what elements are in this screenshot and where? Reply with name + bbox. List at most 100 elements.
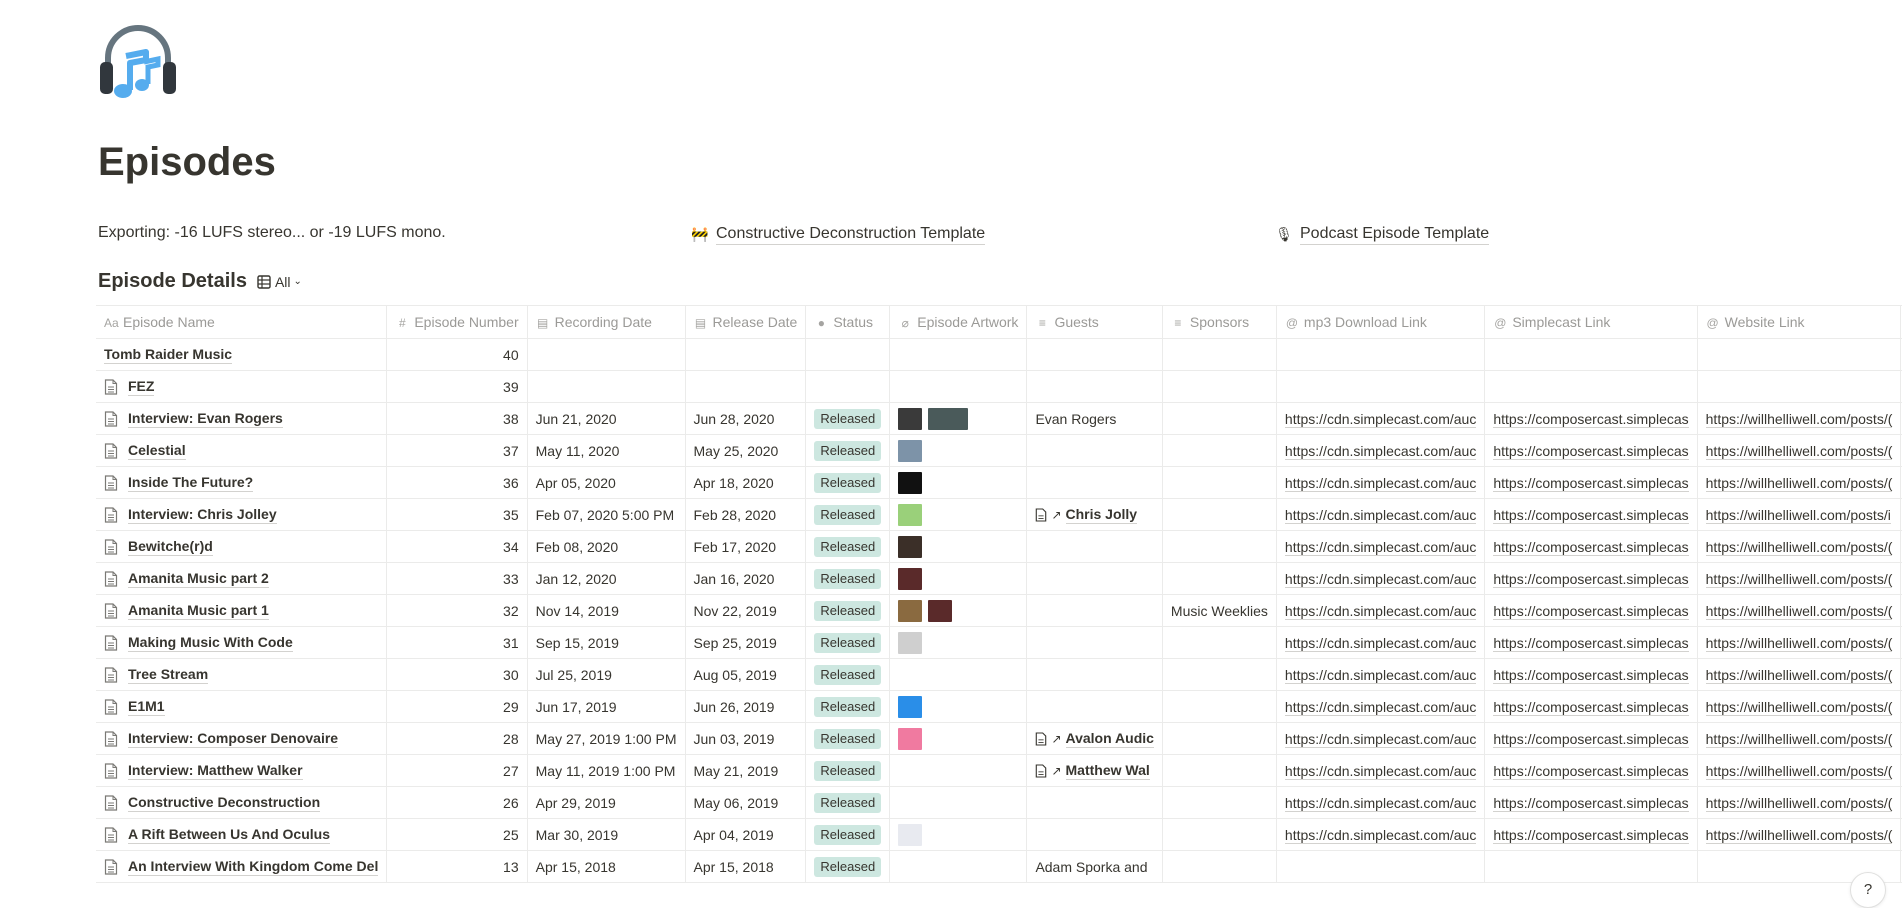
guests-cell[interactable] (1026, 658, 1163, 691)
mp3-link-cell[interactable]: https://cdn.simplecast.com/auc (1275, 466, 1486, 499)
website-link[interactable]: https://willhelliwell.com/posts/( (1705, 410, 1893, 428)
episode-name[interactable]: Inside The Future? (128, 473, 254, 492)
simplecast-link[interactable]: https://composercast.simplecas (1493, 538, 1689, 556)
artwork-cell[interactable] (889, 466, 1028, 499)
episode-name-cell[interactable]: Interview: Composer Denovaire (96, 722, 388, 755)
sponsors-cell[interactable] (1161, 626, 1277, 659)
simplecast-link-cell[interactable]: https://composercast.simplecas (1484, 818, 1698, 851)
release-date[interactable]: Jun 03, 2019 (684, 722, 807, 755)
simplecast-link[interactable]: https://composercast.simplecas (1493, 602, 1689, 620)
mp3-link-cell[interactable] (1275, 338, 1486, 371)
simplecast-link-cell[interactable] (1484, 370, 1698, 403)
status-cell[interactable]: Released (805, 402, 891, 435)
artwork-cell[interactable] (889, 498, 1028, 531)
artwork-thumbnail[interactable] (898, 823, 923, 846)
guests-cell[interactable]: ↗ Matthew Wal (1026, 754, 1163, 787)
simplecast-link-cell[interactable]: https://composercast.simplecas (1484, 626, 1698, 659)
simplecast-link[interactable]: https://composercast.simplecas (1493, 730, 1689, 748)
website-link[interactable]: https://willhelliwell.com/posts/( (1705, 602, 1893, 620)
mp3-link-cell[interactable]: https://cdn.simplecast.com/auc (1275, 562, 1486, 595)
website-link-cell[interactable]: https://willhelliwell.com/posts/( (1696, 690, 1902, 723)
recording-date[interactable]: Apr 05, 2020 (526, 466, 686, 499)
guests-cell[interactable] (1026, 626, 1163, 659)
guests-cell[interactable]: ↗ Avalon Audic (1026, 722, 1163, 755)
recording-date[interactable]: Jul 25, 2019 (526, 658, 686, 691)
guests-cell[interactable] (1026, 338, 1163, 371)
mp3-link-cell[interactable]: https://cdn.simplecast.com/auc (1275, 690, 1486, 723)
episode-name-cell[interactable]: Celestial (96, 434, 388, 467)
episode-name[interactable]: Amanita Music part 2 (128, 569, 269, 588)
status-cell[interactable]: Released (805, 626, 891, 659)
mp3-link-cell[interactable]: https://cdn.simplecast.com/auc (1275, 594, 1486, 627)
release-date[interactable]: Jan 16, 2020 (684, 562, 807, 595)
sponsors-cell[interactable] (1161, 530, 1277, 563)
website-link[interactable]: https://willhelliwell.com/posts/( (1705, 634, 1893, 652)
mp3-link[interactable]: https://cdn.simplecast.com/auc (1284, 762, 1477, 780)
episode-name-cell[interactable]: Amanita Music part 2 (96, 562, 388, 595)
sponsors-cell[interactable] (1161, 434, 1277, 467)
table-row[interactable]: Making Music With Code 31 Sep 15, 2019 Sep … (96, 626, 1902, 659)
mp3-link[interactable]: https://cdn.simplecast.com/auc (1284, 730, 1477, 748)
mp3-link-cell[interactable]: https://cdn.simplecast.com/auc (1275, 786, 1486, 819)
artwork-thumbnail[interactable] (898, 695, 923, 718)
simplecast-link[interactable]: https://composercast.simplecas (1493, 474, 1689, 492)
artwork-cell[interactable] (889, 530, 1028, 563)
website-link-cell[interactable]: https://willhelliwell.com/posts/( (1696, 658, 1902, 691)
guests-cell[interactable] (1026, 562, 1163, 595)
guests-cell[interactable]: ↗ Chris Jolly (1026, 498, 1163, 531)
release-date[interactable]: Apr 18, 2020 (684, 466, 807, 499)
column-header[interactable]: @ mp3 Download Link (1275, 305, 1486, 339)
mp3-link-cell[interactable]: https://cdn.simplecast.com/auc (1275, 402, 1486, 435)
release-date[interactable]: Feb 17, 2020 (684, 530, 807, 563)
table-row[interactable]: Constructive Deconstruction 26 Apr 29, 201… (96, 786, 1902, 819)
table-row[interactable]: An Interview With Kingdom Come Del 13 Apr … (96, 850, 1902, 883)
release-date[interactable]: Jun 28, 2020 (684, 402, 807, 435)
episode-name-cell[interactable]: Tomb Raider Music (96, 338, 388, 371)
recording-date[interactable]: Apr 29, 2019 (526, 786, 686, 819)
recording-date[interactable] (526, 370, 686, 403)
column-header[interactable]: # Episode Number (386, 305, 528, 339)
table-row[interactable]: Tomb Raider Music 40 (96, 338, 1902, 371)
website-link[interactable]: https://willhelliwell.com/posts/( (1705, 570, 1893, 588)
episode-name-cell[interactable]: Interview: Matthew Walker (96, 754, 388, 787)
artwork-thumbnail[interactable] (898, 631, 923, 654)
simplecast-link-cell[interactable]: https://composercast.simplecas (1484, 434, 1698, 467)
mp3-link[interactable]: https://cdn.simplecast.com/auc (1284, 474, 1477, 492)
simplecast-link-cell[interactable]: https://composercast.simplecas (1484, 466, 1698, 499)
episode-name[interactable]: Interview: Chris Jolley (128, 505, 277, 524)
recording-date[interactable]: May 27, 2019 1:00 PM (526, 722, 686, 755)
status-cell[interactable] (805, 370, 891, 403)
simplecast-link-cell[interactable]: https://composercast.simplecas (1484, 594, 1698, 627)
guests-cell[interactable] (1026, 690, 1163, 723)
episode-number[interactable]: 40 (386, 338, 528, 371)
mp3-link[interactable]: https://cdn.simplecast.com/auc (1284, 538, 1477, 556)
sponsors-cell[interactable] (1161, 658, 1277, 691)
mp3-link[interactable]: https://cdn.simplecast.com/auc (1284, 826, 1477, 844)
episode-name-cell[interactable]: Interview: Evan Rogers (96, 402, 388, 435)
website-link-cell[interactable]: https://willhelliwell.com/posts/( (1696, 530, 1902, 563)
column-header[interactable]: ⌀ Episode Artwork (889, 305, 1028, 339)
website-link-cell[interactable]: https://willhelliwell.com/posts/( (1696, 818, 1902, 851)
status-cell[interactable]: Released (805, 754, 891, 787)
episode-name-cell[interactable]: Tree Stream (96, 658, 388, 691)
website-link[interactable]: https://willhelliwell.com/posts/( (1705, 794, 1893, 812)
simplecast-link-cell[interactable]: https://composercast.simplecas (1484, 690, 1698, 723)
column-header[interactable]: ≡ Guests (1026, 305, 1163, 339)
mp3-link-cell[interactable]: https://cdn.simplecast.com/auc (1275, 530, 1486, 563)
mp3-link[interactable]: https://cdn.simplecast.com/auc (1284, 442, 1477, 460)
release-date[interactable]: May 21, 2019 (684, 754, 807, 787)
website-link-cell[interactable]: https://willhelliwell.com/posts/( (1696, 594, 1902, 627)
episode-name[interactable]: Tree Stream (128, 665, 209, 684)
artwork-cell[interactable] (889, 562, 1028, 595)
help-button[interactable]: ? (1850, 872, 1886, 908)
episode-number[interactable]: 26 (386, 786, 528, 819)
recording-date[interactable]: Jan 12, 2020 (526, 562, 686, 595)
table-row[interactable]: Inside The Future? 36 Apr 05, 2020 Apr 18, … (96, 466, 1902, 499)
artwork-cell[interactable] (889, 658, 1028, 691)
guests-cell[interactable] (1026, 370, 1163, 403)
recording-date[interactable]: Jun 21, 2020 (526, 402, 686, 435)
simplecast-link-cell[interactable] (1484, 338, 1698, 371)
website-link-cell[interactable]: https://willhelliwell.com/posts/( (1696, 754, 1902, 787)
guests-cell[interactable]: Adam Sporka and (1026, 850, 1163, 883)
status-cell[interactable]: Released (805, 530, 891, 563)
